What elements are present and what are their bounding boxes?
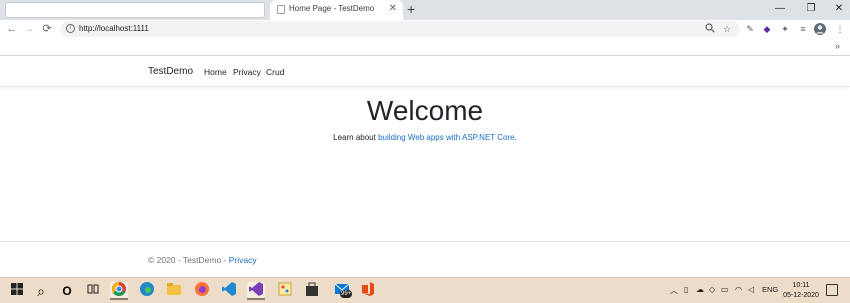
docs-link[interactable]: building Web apps with ASP.NET Core	[378, 133, 515, 142]
forward-button[interactable]: →	[22, 22, 36, 36]
extension-badge-icon[interactable]: ◆	[761, 23, 773, 35]
bookmark-star-icon[interactable]: ☆	[721, 23, 733, 35]
minimize-button[interactable]: —	[773, 2, 787, 16]
task-view-icon[interactable]	[84, 282, 102, 300]
start-windows-icon[interactable]	[8, 282, 26, 300]
browser-tab-strip: Home Page - TestDemo ✕ + — ❐ ✕	[0, 0, 850, 20]
clock-date: 05-12-2020	[783, 292, 819, 299]
learn-text: Learn about building Web apps with ASP.N…	[0, 133, 850, 142]
footer-copyright: © 2020 - TestDemo -	[148, 255, 229, 265]
visual-studio-icon[interactable]	[247, 282, 265, 300]
search-icon[interactable]: ⌕	[32, 282, 50, 300]
extension-pen-icon[interactable]: ✎	[744, 23, 756, 35]
taskbar-clock[interactable]: 10:11 05-12-2020	[779, 281, 823, 301]
bookmarks-bar: »	[0, 38, 850, 56]
notification-center-icon[interactable]	[826, 284, 838, 296]
tray-device-icon[interactable]: ▯	[684, 285, 688, 294]
extensions-puzzle-icon[interactable]: ✦	[779, 23, 791, 35]
tray-dropbox-icon[interactable]: ◇	[709, 285, 715, 294]
nav-crud[interactable]: Crud	[266, 67, 284, 77]
edge-icon[interactable]	[138, 282, 156, 300]
learn-prefix: Learn about	[333, 133, 379, 142]
url-text[interactable]: http://localhost:1111	[79, 24, 149, 33]
firefox-icon[interactable]	[193, 282, 211, 300]
site-footer: © 2020 - TestDemo - Privacy	[0, 241, 850, 277]
chrome-icon[interactable]	[110, 282, 128, 300]
nav-privacy[interactable]: Privacy	[233, 67, 261, 77]
close-window-button[interactable]: ✕	[832, 2, 846, 16]
footer-text: © 2020 - TestDemo - Privacy	[148, 255, 257, 265]
browser-menu-icon[interactable]: ⋮	[834, 23, 846, 35]
office-icon[interactable]	[359, 282, 377, 300]
back-button[interactable]: ←	[5, 22, 19, 36]
tray-overflow-icon[interactable]: ︿	[670, 285, 678, 296]
vscode-icon[interactable]	[220, 282, 238, 300]
page-title: Welcome	[366, 95, 484, 126]
mail-icon[interactable]: 99+	[332, 282, 354, 300]
site-info-icon[interactable]: i	[66, 24, 75, 33]
cortana-icon[interactable]: O	[58, 282, 76, 300]
maximize-button[interactable]: ❐	[804, 2, 818, 16]
tray-volume-icon[interactable]: ◁	[748, 285, 754, 294]
tray-wifi-icon[interactable]: ◠	[735, 285, 742, 294]
tab-home-page[interactable]: Home Page - TestDemo ✕	[270, 0, 403, 20]
browser-toolbar: ← → ⟳ i http://localhost:1111 ☆ ✎ ◆ ✦ ≡ …	[0, 20, 850, 38]
tab-close-icon[interactable]: ✕	[389, 3, 397, 15]
clock-time: 10:11	[792, 282, 810, 289]
zoom-icon[interactable]	[704, 23, 716, 35]
windows-taskbar: ⌕ O 99+ ︿ ▯ ☁ ◇ ▭ ◠ ◁ ENG 10:11 05-12-20…	[0, 277, 850, 303]
footer-privacy-link[interactable]: Privacy	[229, 255, 257, 265]
site-navbar: TestDemo Home Privacy Crud	[0, 57, 850, 87]
paint-icon[interactable]	[276, 282, 294, 300]
file-explorer-icon[interactable]	[165, 282, 183, 300]
site-brand[interactable]: TestDemo	[148, 66, 193, 77]
store-icon[interactable]	[303, 282, 321, 300]
profile-avatar-icon[interactable]	[814, 23, 826, 35]
tab-title: Home Page - TestDemo	[289, 4, 375, 13]
tray-battery-icon[interactable]: ▭	[721, 285, 729, 294]
new-tab-button[interactable]: +	[407, 1, 415, 17]
language-indicator[interactable]: ENG	[762, 285, 778, 294]
reload-button[interactable]: ⟳	[40, 22, 54, 36]
page-icon	[277, 5, 285, 14]
web-page: TestDemo Home Privacy Crud Welcome Learn…	[0, 57, 850, 277]
tray-cloud-icon[interactable]: ☁	[696, 285, 704, 294]
bookmarks-overflow-icon[interactable]: »	[835, 41, 840, 51]
nav-home[interactable]: Home	[204, 67, 227, 77]
tab-search-box[interactable]	[5, 2, 265, 18]
mail-badge: 99+	[340, 290, 353, 298]
address-bar[interactable]: i http://localhost:1111	[60, 21, 740, 37]
learn-suffix: .	[514, 133, 517, 142]
reading-list-icon[interactable]: ≡	[797, 23, 809, 35]
